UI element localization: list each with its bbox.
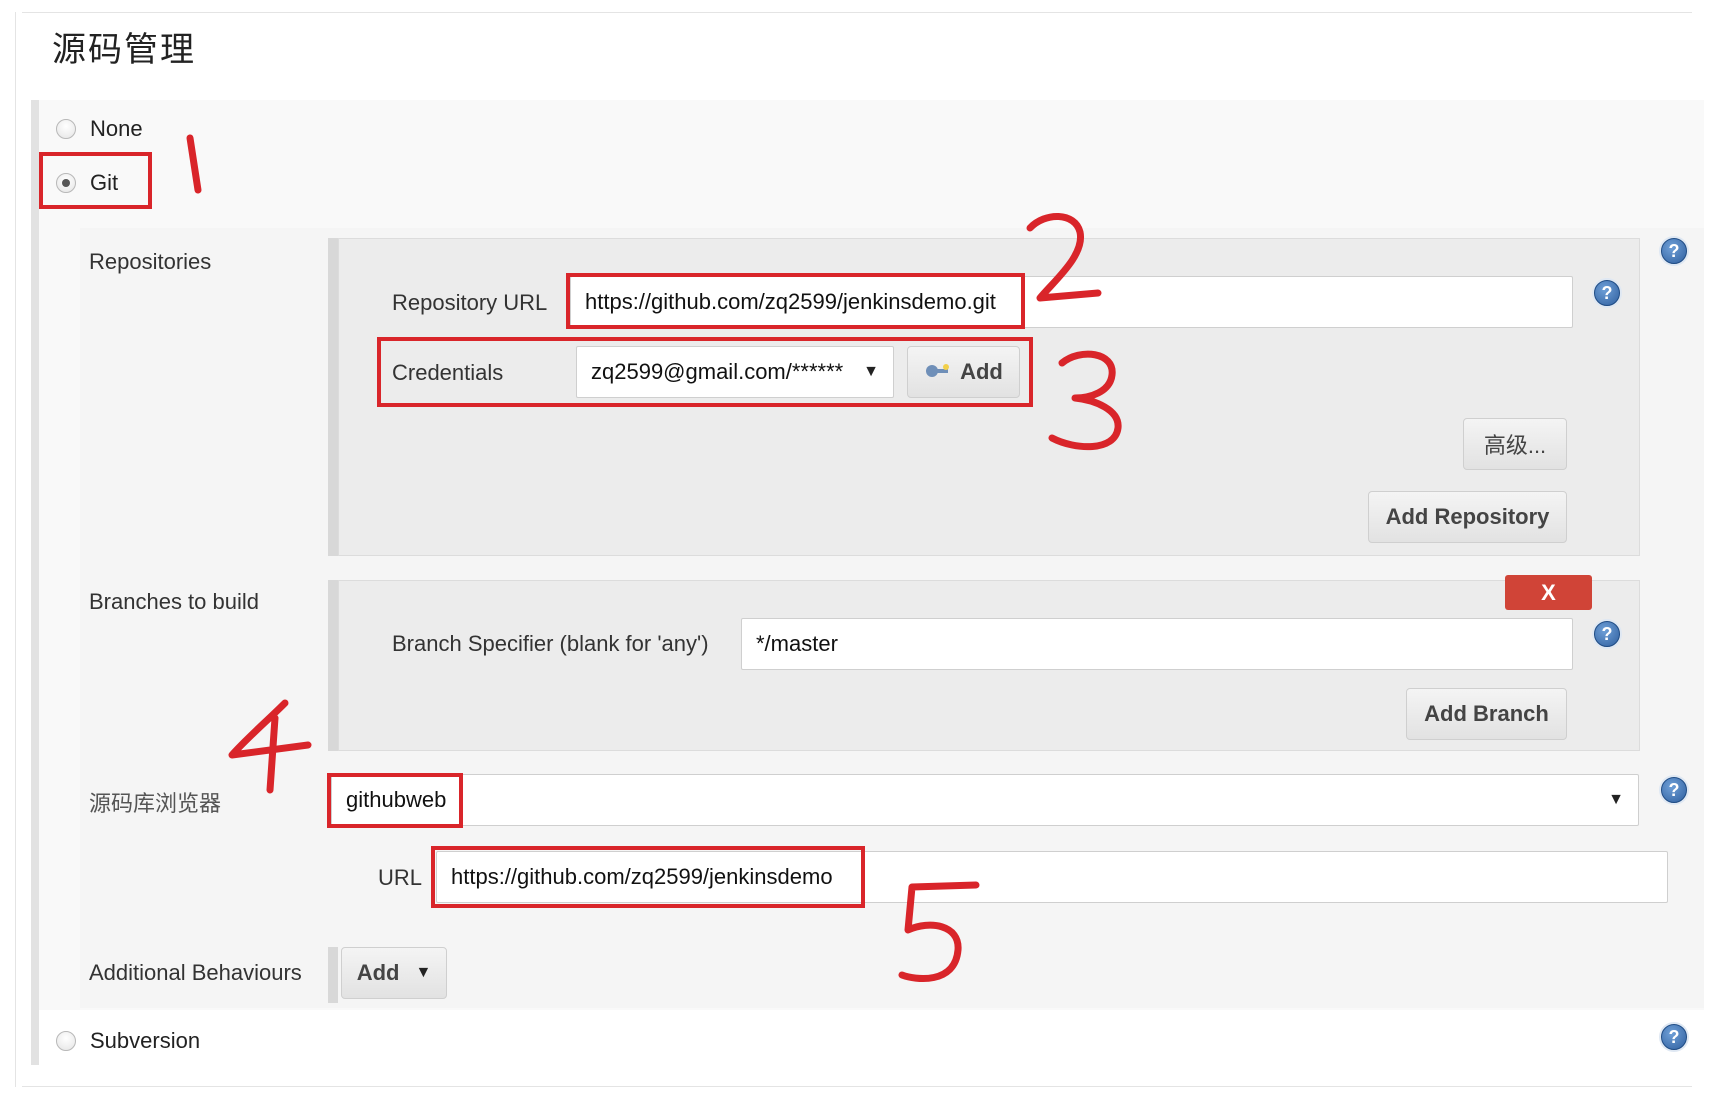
handwritten-annotations: 1 2 3 4 5 — [186, 134, 1122, 982]
annotation-number-one — [186, 134, 202, 194]
annotation-number-five — [898, 881, 980, 982]
annotation-number-three — [1048, 350, 1122, 451]
annotation-number-two — [1026, 213, 1102, 302]
annotation-number-four — [228, 699, 312, 794]
